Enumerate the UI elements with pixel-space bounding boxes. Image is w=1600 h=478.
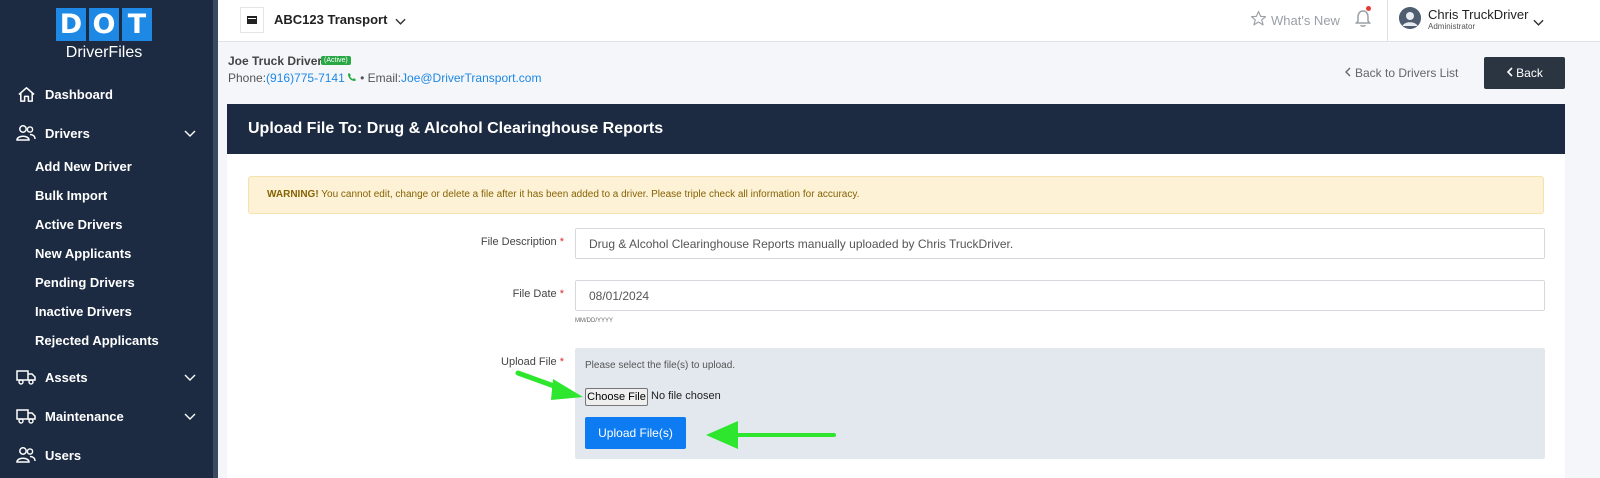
sidebar-item-maintenance[interactable]: Maintenance [16,406,196,426]
sidebar-item-label: Users [45,447,82,463]
back-to-drivers-link[interactable]: Back to Drivers List [1344,66,1458,80]
logo[interactable]: D O T DriverFiles [56,8,156,62]
company-selector[interactable]: ABC123 Transport [274,12,387,27]
back-to-drivers-label: Back to Drivers List [1355,66,1459,80]
sidebar-item-drivers[interactable]: Drivers [16,123,196,143]
file-date-hint: MM/DD/YYYY [575,318,614,324]
driver-name: Joe Truck Driver [228,54,323,68]
driver-contact: Phone:(916)775-7141 • Email:Joe@DriverTr… [228,71,541,85]
status-badge: (Active) [321,56,351,65]
divider [1387,0,1388,42]
phone-icon[interactable] [345,71,357,85]
chevron-down-icon [184,126,196,141]
upload-files-button[interactable]: Upload File(s) [585,417,686,449]
users-icon [16,445,36,465]
logo-subtitle: DriverFiles [65,44,143,61]
sidebar-item-label: Maintenance [45,408,124,424]
sidebar-item-label: Drivers [45,125,90,141]
no-file-chosen-text: No file chosen [651,390,721,402]
back-button-label: Back [1516,66,1543,80]
sidebar-subitem-add-new-driver[interactable]: Add New Driver [35,159,132,174]
card-title: Upload File To: Drug & Alcohol Clearingh… [227,104,1565,154]
whats-new-label: What's New [1271,12,1340,28]
annotation-arrow-icon [515,370,583,400]
star-icon [1250,10,1267,30]
company-icon [240,7,264,33]
chevron-down-icon[interactable] [1533,14,1544,32]
truck-icon [16,367,36,387]
email-link[interactable]: Joe@DriverTransport.com [401,71,541,85]
file-date-label-text: File Date [512,288,557,300]
sidebar-scrollbar[interactable] [213,0,218,478]
top-bar: ABC123 Transport What's New Chris TruckD… [218,0,1600,42]
warning-alert: WARNING! You cannot edit, change or dele… [248,176,1544,214]
sidebar-subitem-new-applicants[interactable]: New Applicants [35,246,131,261]
email-label: Email: [367,71,402,85]
upload-prompt: Please select the file(s) to upload. [585,360,736,371]
phone-label: Phone: [228,71,267,85]
sidebar-item-label: Dashboard [45,86,113,102]
logo-letter-o: O [89,8,119,41]
home-icon [16,84,36,104]
users-icon [16,123,36,143]
separator-bullet: • [360,71,368,85]
file-description-field[interactable]: Drug & Alcohol Clearinghouse Reports man… [575,228,1545,259]
file-date-field[interactable]: 08/01/2024 [575,280,1545,311]
sidebar-item-dashboard[interactable]: Dashboard [16,84,196,104]
notification-dot [1366,6,1371,11]
required-mark: * [559,236,564,248]
chevron-left-icon [1506,66,1516,80]
sidebar-item-users[interactable]: Users [16,445,196,465]
avatar[interactable] [1399,7,1421,29]
annotation-arrow-icon [706,421,836,449]
back-button[interactable]: Back [1484,57,1565,89]
sidebar-item-assets[interactable]: Assets [16,367,196,387]
user-name[interactable]: Chris TruckDriver [1428,7,1528,22]
sidebar-item-label: Assets [45,369,88,385]
sidebar-subitem-pending-drivers[interactable]: Pending Drivers [35,275,135,290]
chevron-down-icon [184,370,196,385]
logo-letter-t: T [122,8,152,41]
chevron-down-icon[interactable] [395,13,406,31]
sidebar-subitem-bulk-import[interactable]: Bulk Import [35,188,107,203]
upload-file-label-text: Upload File [501,356,557,368]
chevron-left-icon [1344,66,1355,80]
warning-text: You cannot edit, change or delete a file… [318,189,860,200]
upload-file-label: Upload File * [364,356,564,368]
user-role: Administrator [1428,22,1476,31]
phone-link[interactable]: (916)775-7141 [266,71,345,85]
required-mark: * [559,288,564,300]
choose-file-button[interactable]: Choose File [585,388,648,406]
sidebar-subitem-rejected-applicants[interactable]: Rejected Applicants [35,333,159,348]
truck-icon [16,406,36,426]
bell-icon[interactable] [1355,9,1371,33]
whats-new-link[interactable]: What's New [1250,10,1340,30]
sidebar-subitem-inactive-drivers[interactable]: Inactive Drivers [35,304,132,319]
sidebar-subitem-active-drivers[interactable]: Active Drivers [35,217,122,232]
chevron-down-icon [184,409,196,424]
file-description-label: File Description * [364,236,564,248]
warning-strong: WARNING! [267,189,319,200]
logo-letter-d: D [56,8,86,41]
file-date-label: File Date * [364,288,564,300]
sidebar: D O T DriverFiles Dashboard Drivers Add … [0,0,213,478]
required-mark: * [559,356,564,368]
file-description-label-text: File Description [480,236,557,248]
